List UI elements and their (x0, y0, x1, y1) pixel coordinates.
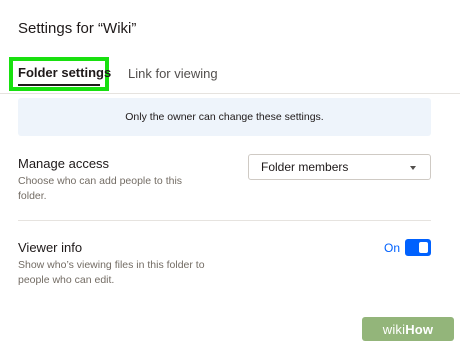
manage-access-select[interactable]: Folder members (248, 154, 431, 180)
chevron-down-icon (410, 166, 416, 170)
owner-notice-banner: Only the owner can change these settings… (18, 98, 431, 136)
viewer-info-description: Show who’s viewing files in this folder … (18, 259, 205, 286)
tab-bar-divider (0, 93, 460, 94)
manage-access-description: Choose who can add people to this folder… (18, 175, 183, 202)
section-divider (18, 220, 431, 221)
manage-access-title: Manage access (18, 156, 110, 171)
tab-active-underline (18, 84, 100, 86)
manage-access-select-value: Folder members (261, 160, 349, 174)
dialog-title: Settings for “Wiki” (18, 20, 137, 37)
tab-folder-settings[interactable]: Folder settings (18, 65, 111, 80)
viewer-info-title: Viewer info (18, 240, 83, 255)
viewer-info-toggle[interactable] (405, 239, 431, 256)
settings-dialog: Settings for “Wiki” Folder settings Link… (0, 0, 460, 345)
tab-bar: Folder settings Link for viewing (0, 55, 460, 94)
tab-link-for-viewing[interactable]: Link for viewing (128, 66, 218, 81)
watermark-wiki: wiki (382, 321, 406, 337)
toggle-knob (419, 242, 428, 253)
watermark-how: How (405, 321, 434, 337)
owner-notice-text: Only the owner can change these settings… (125, 111, 324, 123)
viewer-info-toggle-label: On (384, 241, 401, 255)
wikihow-watermark: wiki How (362, 317, 454, 341)
